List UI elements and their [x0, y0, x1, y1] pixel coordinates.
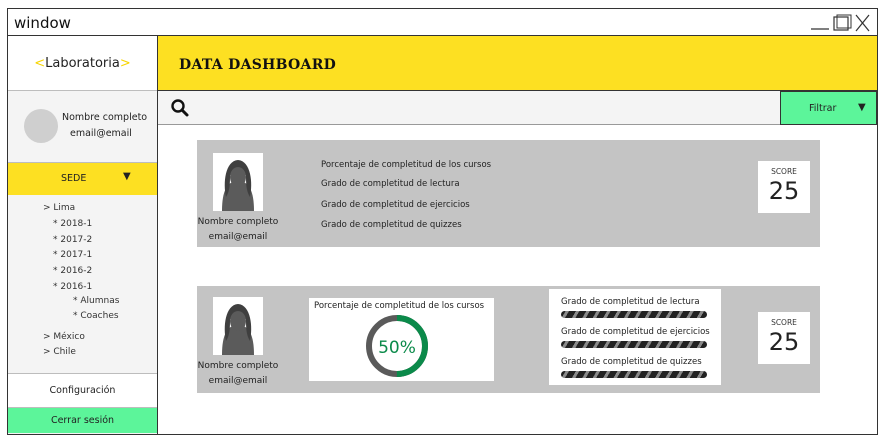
student-name: Nombre completo [197, 361, 279, 371]
sede-dropdown[interactable]: SEDE ▼ [8, 163, 157, 195]
progress-bar [561, 311, 707, 318]
tree-item-chile[interactable]: > Chile [43, 347, 76, 357]
metric-label: Grado de completitud de ejercicios [321, 200, 470, 210]
bar-label: Grado de completitud de quizzes [561, 357, 702, 367]
user-email: email@email [70, 128, 132, 139]
student-card[interactable]: Nombre completo email@email Porcentaje d… [197, 286, 820, 393]
title-bar: window [8, 9, 877, 36]
avatar [24, 109, 58, 143]
progress-percent-text: 50% [378, 338, 416, 358]
search-icon[interactable] [170, 98, 190, 118]
tree-item-2017-1[interactable]: * 2017-1 [53, 250, 92, 260]
completion-bars-panel: Grado de completitud de lectura Grado de… [549, 289, 721, 385]
tree-item-2016-2[interactable]: * 2016-2 [53, 266, 92, 276]
tree-item-mexico[interactable]: > México [43, 332, 85, 342]
score-box: SCORE 25 [758, 161, 810, 213]
bar-label: Grado de completitud de ejercicios [561, 327, 710, 337]
progress-bar [561, 341, 707, 348]
metric-label: Porcentaje de completitud de los cursos [321, 160, 492, 170]
maximize-icon[interactable] [833, 14, 852, 31]
config-button[interactable]: Configuración [8, 373, 157, 407]
score-value: 25 [768, 328, 800, 356]
student-email: email@email [208, 376, 268, 386]
user-name: Nombre completo [62, 112, 148, 123]
metric-label: Grado de completitud de lectura [321, 179, 460, 189]
tree-item-alumnas[interactable]: * Alumnas [73, 296, 119, 306]
metric-label: Grado de completitud de quizzes [321, 220, 462, 230]
user-profile: Nombre completo email@email [8, 91, 157, 163]
tree-item-2016-1[interactable]: * 2016-1 [53, 282, 92, 292]
score-label: SCORE [771, 167, 797, 176]
student-name: Nombre completo [197, 217, 279, 227]
page-header: DATA DASHBOARD [158, 36, 877, 91]
sede-label: SEDE [61, 173, 87, 184]
progress-bar [561, 371, 707, 378]
window-controls [809, 13, 873, 33]
brand-logo[interactable]: < Laboratoria > [8, 36, 157, 91]
tree-item-coaches[interactable]: * Coaches [73, 311, 119, 321]
sidebar: < Laboratoria > Nombre completo email@emai… [8, 36, 158, 434]
course-progress-panel: Porcentaje de completitud de los cursos … [309, 298, 494, 381]
search-bar[interactable]: Filtrar ▼ [158, 91, 877, 125]
user-silhouette-icon [222, 160, 254, 211]
user-silhouette-icon [222, 304, 254, 355]
bar-label: Grado de completitud de lectura [561, 297, 700, 307]
score-value: 25 [768, 177, 800, 205]
student-avatar [213, 153, 263, 211]
score-label: SCORE [771, 318, 797, 327]
page-title: DATA DASHBOARD [179, 57, 337, 73]
filter-button[interactable]: Filtrar ▼ [780, 91, 877, 125]
logout-button[interactable]: Cerrar sesión [8, 407, 157, 433]
brand-name: Laboratoria [45, 55, 120, 71]
window-title: window [14, 14, 71, 32]
student-avatar [213, 297, 263, 355]
tree-item-2018-1[interactable]: * 2018-1 [53, 219, 92, 229]
filter-label: Filtrar [809, 103, 837, 114]
tree-item-2017-2[interactable]: * 2017-2 [53, 235, 92, 245]
student-email: email@email [208, 232, 268, 242]
progress-ring: 50% [366, 315, 428, 377]
dropdown-arrow-icon: ▼ [858, 102, 866, 113]
dropdown-arrow-icon: ▼ [123, 171, 131, 182]
close-icon[interactable] [855, 14, 870, 32]
student-card[interactable]: Nombre completo email@email Porcentaje d… [197, 140, 820, 247]
tree-item-lima[interactable]: > Lima [43, 203, 75, 213]
score-box: SCORE 25 [758, 312, 810, 364]
